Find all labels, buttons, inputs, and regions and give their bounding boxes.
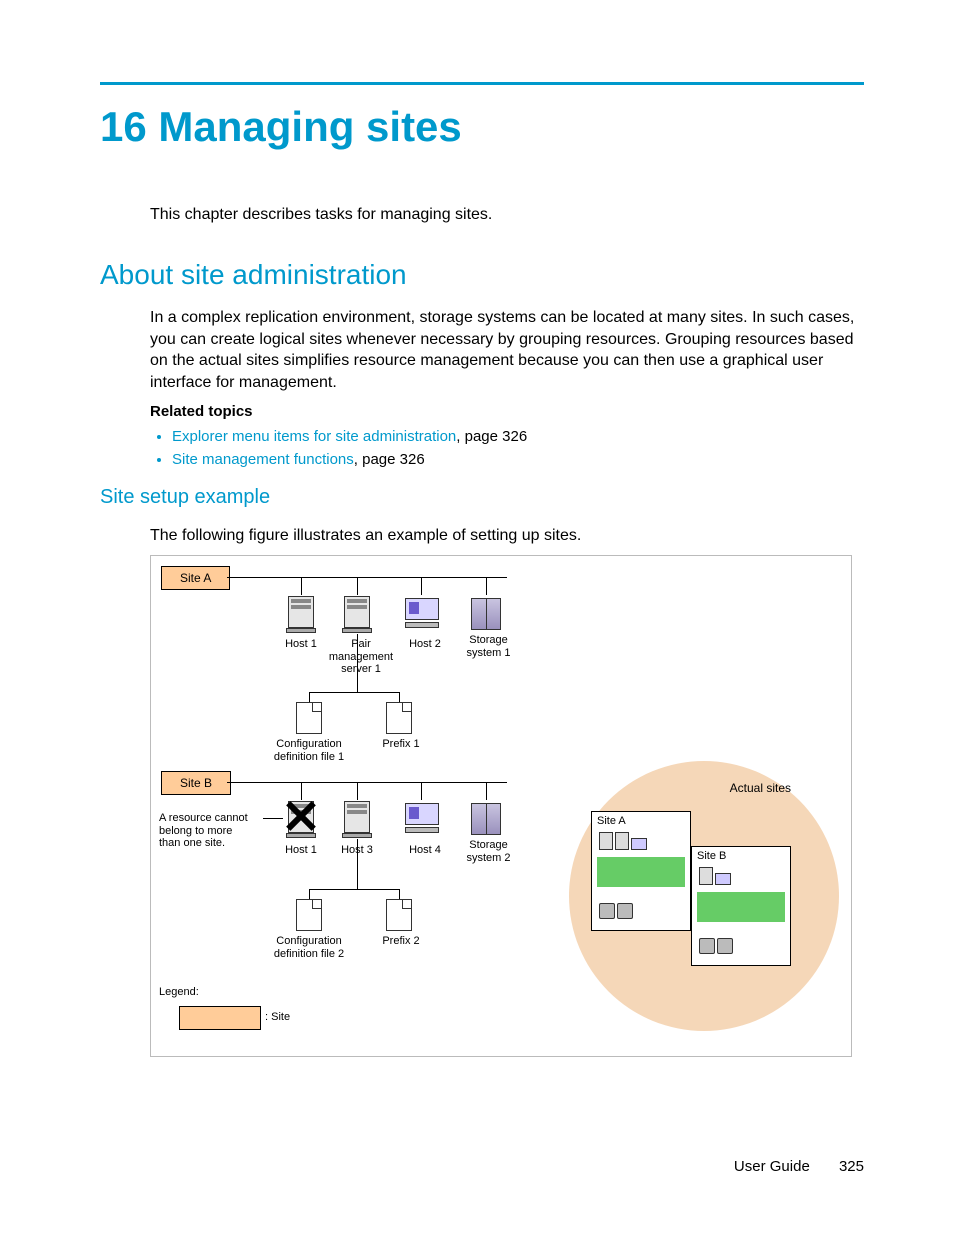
related-topics-list: Explorer menu items for site administrat…: [150, 428, 864, 468]
actual-sites-title: Actual sites: [730, 781, 791, 795]
legend-site-label: : Site: [265, 1011, 290, 1024]
host1-icon: [288, 596, 314, 634]
host1-label: Host 1: [281, 638, 321, 651]
card-b-green: [697, 892, 785, 922]
legend-site-box: [179, 1006, 261, 1030]
host3-icon: [344, 801, 370, 839]
line: [486, 577, 487, 595]
cfg2-label: Configuration definition file 2: [269, 935, 349, 960]
card-a-title: Site A: [597, 815, 685, 827]
figure-site-setup: Site A Host 1 Pair management server 1 H…: [150, 555, 864, 1057]
host4-label: Host 4: [405, 844, 445, 857]
diagram: Site A Host 1 Pair management server 1 H…: [150, 555, 852, 1057]
cfg2-file-icon: [296, 899, 322, 931]
actual-site-b-card: Site B: [691, 846, 791, 966]
cfg1-label: Configuration definition file 1: [269, 738, 349, 763]
card-a-green: [597, 857, 685, 887]
prefix1-label: Prefix 1: [376, 738, 426, 751]
chapter-title: 16 Managing sites: [100, 103, 864, 151]
line: [309, 889, 399, 890]
prefix1-file-icon: [386, 702, 412, 734]
storage2-label: Storage system 2: [461, 839, 516, 864]
storage1-icon: [471, 598, 501, 630]
section-setup-body: The following figure illustrates an exam…: [150, 525, 864, 547]
line: [357, 782, 358, 800]
line: [301, 577, 302, 595]
footer: User Guide 325: [734, 1158, 864, 1175]
link-site-mgmt[interactable]: Site management functions: [172, 451, 354, 468]
prefix2-file-icon: [386, 899, 412, 931]
host2-icon: [405, 598, 439, 628]
line: [486, 782, 487, 800]
line: [309, 889, 310, 899]
line: [399, 889, 400, 899]
host4-icon: [405, 803, 439, 833]
site-a-tag: Site A: [161, 566, 230, 590]
host1b-label: Host 1: [281, 844, 321, 857]
resource-note: A resource cannot belong to more than on…: [159, 812, 269, 850]
card-b-title: Site B: [697, 850, 785, 862]
storage2-icon: [471, 803, 501, 835]
related-link-2: Site management functions, page 326: [172, 451, 864, 468]
cross-icon: [283, 798, 319, 834]
link-page-2: , page 326: [354, 451, 425, 468]
related-topics-label: Related topics: [150, 403, 864, 420]
footer-guide: User Guide: [734, 1158, 810, 1175]
line: [357, 839, 358, 889]
line: [357, 634, 358, 692]
pair-mgmt-label: Pair management server 1: [326, 638, 396, 676]
line: [421, 782, 422, 800]
line: [227, 577, 507, 578]
related-link-1: Explorer menu items for site administrat…: [172, 428, 864, 445]
storage1-label: Storage system 1: [461, 634, 516, 659]
section-about-body: In a complex replication environment, st…: [150, 307, 864, 393]
host2-label: Host 2: [405, 638, 445, 651]
line: [227, 782, 507, 783]
cfg1-file-icon: [296, 702, 322, 734]
chapter-intro: This chapter describes tasks for managin…: [150, 206, 864, 224]
link-page-1: , page 326: [456, 428, 527, 445]
footer-page: 325: [839, 1158, 864, 1175]
section-setup-heading: Site setup example: [100, 486, 864, 509]
section-about-heading: About site administration: [100, 259, 864, 291]
link-explorer-menu[interactable]: Explorer menu items for site administrat…: [172, 428, 456, 445]
top-rule: [100, 82, 864, 85]
line: [309, 692, 310, 702]
line: [399, 692, 400, 702]
line: [263, 818, 283, 819]
site-b-tag: Site B: [161, 771, 231, 795]
legend-label: Legend:: [159, 986, 199, 999]
line: [309, 692, 399, 693]
line: [421, 577, 422, 595]
prefix2-label: Prefix 2: [376, 935, 426, 948]
line: [357, 577, 358, 595]
actual-site-a-card: Site A: [591, 811, 691, 931]
pair-mgmt-icon: [344, 596, 370, 634]
